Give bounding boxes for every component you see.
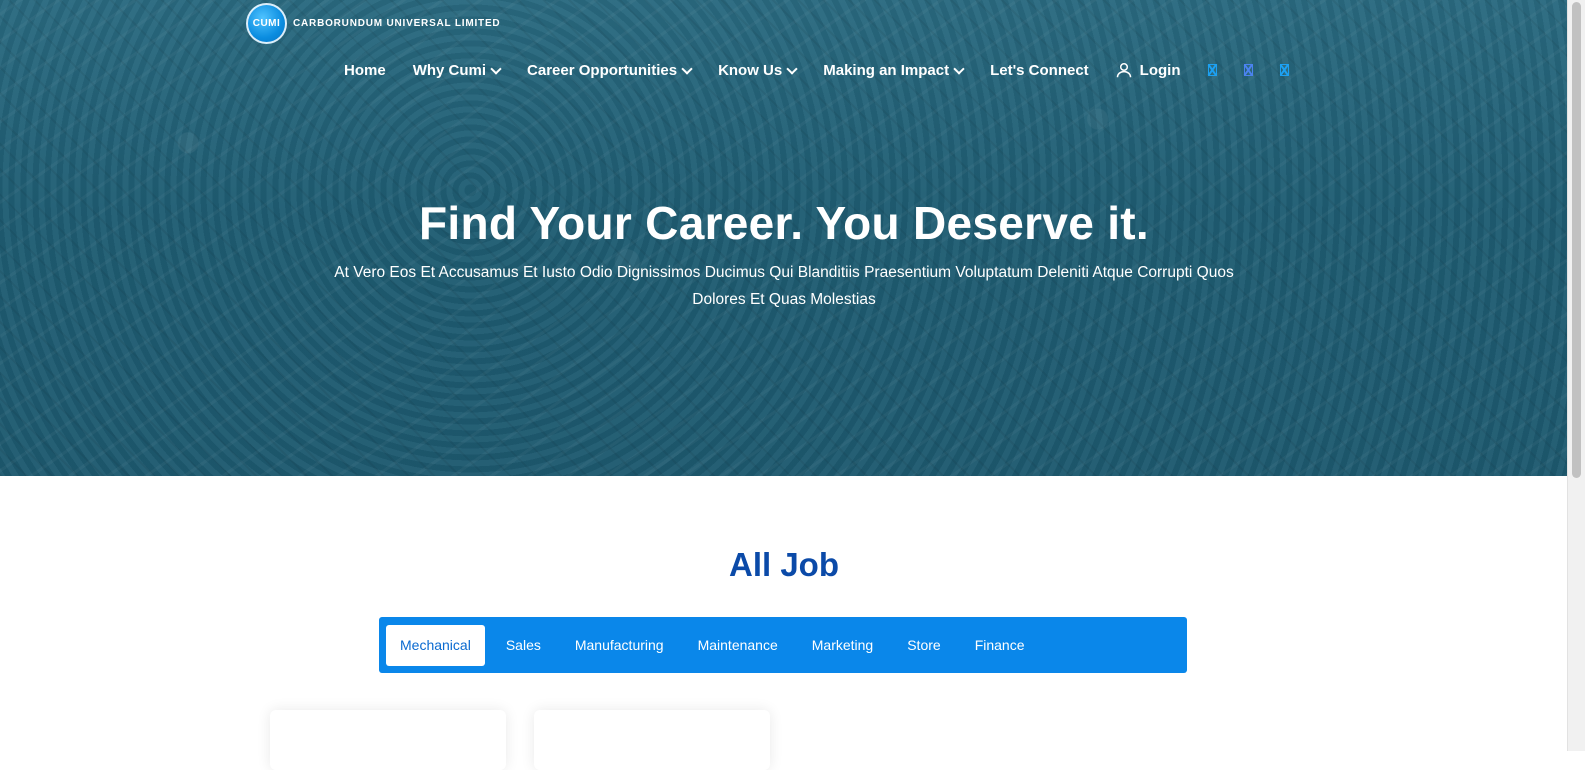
hero-subtitle-line: At Vero Eos Et Accusamus Et Iusto Odio D… [334,264,1234,281]
chevron-down-icon [786,62,798,75]
nav-item-home[interactable]: Home [344,62,386,79]
nav-item-making-an-impact[interactable]: Making an Impact [823,61,965,79]
hero-title: Find Your Career. You Deserve it. [419,197,1149,249]
nav-item-label: Home [344,61,386,79]
social-icon[interactable] [1243,64,1253,76]
social-icon[interactable] [1279,64,1289,76]
logo-badge: CUMI [246,3,287,44]
nav-item-why-cumi[interactable]: Why Cumi [412,61,502,79]
tab-manufacturing[interactable]: Manufacturing [558,625,681,666]
nav-item-label: Let's Connect [990,61,1089,79]
nav-item-label: Know Us [718,61,783,79]
section-title: All Job [728,546,839,583]
logo-text: CARBORUNDUM UNIVERSAL LIMITED [293,18,501,29]
job-card[interactable] [270,710,506,770]
tab-mechanical[interactable]: Mechanical [386,624,485,666]
main-navigation: Home Why Cumi Career Opportunities Know … [344,60,1316,80]
hero-banner: CUMI CARBORUNDUM UNIVERSAL LIMITED Home … [0,0,1568,476]
brand-logo[interactable]: CUMI CARBORUNDUM UNIVERSAL LIMITED [246,3,500,44]
login-label: Login [1139,61,1181,79]
tab-sales[interactable]: Sales [489,625,558,666]
nav-item-lets-connect[interactable]: Let's Connect [990,62,1089,79]
nav-item-career-opportunities[interactable]: Career Opportunities [527,61,693,79]
nav-item-label: Career Opportunities [527,61,678,79]
tab-finance[interactable]: Finance [958,625,1042,666]
tab-marketing[interactable]: Marketing [795,625,890,666]
hero-subtitle: At Vero Eos Et Accusamus Et Iusto Odio D… [284,259,1284,313]
page-scrollbar[interactable] [1567,0,1585,751]
chevron-down-icon [490,62,502,75]
job-category-tabs: Mechanical Sales Manufacturing Maintenan… [379,617,1187,673]
nav-item-label: Why Cumi [412,61,487,79]
tab-maintenance[interactable]: Maintenance [681,625,795,666]
social-icon[interactable] [1207,64,1217,76]
chevron-down-icon [953,62,965,75]
nav-item-label: Making an Impact [823,61,950,79]
job-card[interactable] [534,710,770,770]
chevron-down-icon [681,62,693,75]
login-link[interactable]: Login [1116,62,1181,79]
tab-store[interactable]: Store [890,625,957,666]
hero-subtitle-line: Dolores Et Quas Molestias [692,291,876,308]
user-icon [1116,62,1131,78]
nav-item-know-us[interactable]: Know Us [718,61,798,79]
scrollbar-thumb[interactable] [1572,2,1581,478]
